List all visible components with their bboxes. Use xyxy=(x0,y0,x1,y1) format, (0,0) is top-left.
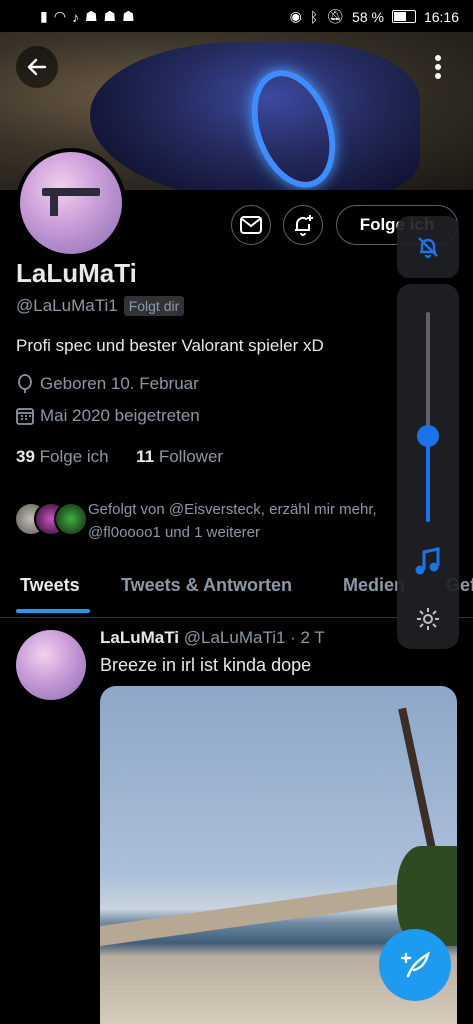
following-count: 39 xyxy=(16,447,35,466)
message-button[interactable] xyxy=(231,205,271,245)
followers-count: 11 xyxy=(136,447,155,466)
active-tab-indicator xyxy=(16,609,90,613)
gear-icon[interactable] xyxy=(415,606,441,632)
feather-plus-icon xyxy=(400,951,430,978)
volume-slider-fill xyxy=(426,435,430,522)
snapchat-icon: ☗ xyxy=(103,8,117,24)
music-note-icon[interactable] xyxy=(414,546,442,576)
mute-icon: 🔕︎ xyxy=(326,8,345,24)
profile-bio: Profi spec und bester Valorant spieler x… xyxy=(16,336,324,355)
birthday-text: Geboren 10. Februar xyxy=(40,374,199,393)
status-bar: ▮ ◠ ♪ ☗ ☗ ☗ ◉ ᛒ 🔕︎ 58 % 16:16 xyxy=(0,0,473,32)
tab-tweets[interactable]: Tweets xyxy=(20,575,80,596)
tab-media[interactable]: Medien xyxy=(343,575,405,596)
birthday-row: Geboren 10. Februar xyxy=(16,374,199,394)
bluetooth-icon: ᛒ xyxy=(309,8,319,25)
compose-tweet-button[interactable] xyxy=(379,929,451,1001)
follower-avatar xyxy=(54,502,88,536)
bell-plus-icon xyxy=(295,215,313,236)
joined-row: Mai 2020 beigetreten xyxy=(16,406,200,426)
tab-tweets-and-replies[interactable]: Tweets & Antworten xyxy=(121,575,292,596)
volume-slider-knob[interactable] xyxy=(417,424,439,447)
follows-you-badge: Folgt dir xyxy=(123,296,185,316)
ringer-mode-button[interactable] xyxy=(397,216,459,278)
followed-by-line2: @fl0oooo1 und 1 weiterer xyxy=(88,524,261,541)
avatar-figure-detail xyxy=(50,194,58,216)
following-label: Folge ich xyxy=(39,447,109,466)
volume-panel xyxy=(397,284,459,649)
tweet-header: LaLuMaTi @LaLuMaTi1 · 2 T xyxy=(100,628,325,648)
joined-text: Mai 2020 beigetreten xyxy=(40,406,200,425)
bell-muted-icon xyxy=(418,237,438,259)
following-link[interactable]: 39 Folge ich xyxy=(16,447,109,466)
calendar-icon xyxy=(16,408,34,425)
snapchat-icon: ☗ xyxy=(122,8,135,24)
more-vertical-icon xyxy=(435,55,441,79)
tweet-author[interactable]: LaLuMaTi xyxy=(100,628,179,647)
followers-label: Follower xyxy=(158,447,224,466)
follow-counts: 39 Folge ich 11 Follower xyxy=(16,447,223,467)
followed-by-text: Gefolgt von @Eisversteck, erzähl mir meh… xyxy=(88,498,418,544)
tweet-handle-time: @LaLuMaTi1 · 2 T xyxy=(183,628,325,647)
tweet-text: Breeze in irl ist kinda dope xyxy=(100,655,312,675)
profile-handle: @LaLuMaTi1 xyxy=(16,296,118,315)
arrow-left-icon xyxy=(27,58,47,76)
profile-name: LaLuMaTi xyxy=(16,258,137,288)
back-button[interactable] xyxy=(16,46,58,88)
status-icons-left: ▮ ◠ ♪ ☗ ☗ ☗ xyxy=(40,8,135,25)
snapchat-icon: ☗ xyxy=(84,8,98,24)
more-options-button[interactable] xyxy=(417,46,459,88)
signal-icon: ▮ xyxy=(40,8,48,24)
followers-link[interactable]: 11 Follower xyxy=(136,447,223,466)
clock: 16:16 xyxy=(423,8,459,25)
eye-icon: ◉ xyxy=(289,8,302,24)
notifications-button[interactable] xyxy=(283,205,323,245)
tiktok-icon: ♪ xyxy=(71,8,79,25)
battery-text: 58 % xyxy=(352,8,384,25)
tweet-avatar[interactable] xyxy=(16,630,86,700)
profile-handle-row: @LaLuMaTi1 Folgt dir xyxy=(16,296,185,316)
envelope-icon xyxy=(240,216,262,234)
wifi-icon: ◠ xyxy=(53,8,66,24)
battery-icon xyxy=(391,10,416,23)
followed-by-line1: Gefolgt von @Eisversteck, erzähl mir meh… xyxy=(88,501,377,518)
status-icons-right: ◉ ᛒ 🔕︎ 58 % 16:16 xyxy=(290,8,459,25)
balloon-icon xyxy=(18,374,32,393)
profile-avatar[interactable] xyxy=(16,148,126,258)
